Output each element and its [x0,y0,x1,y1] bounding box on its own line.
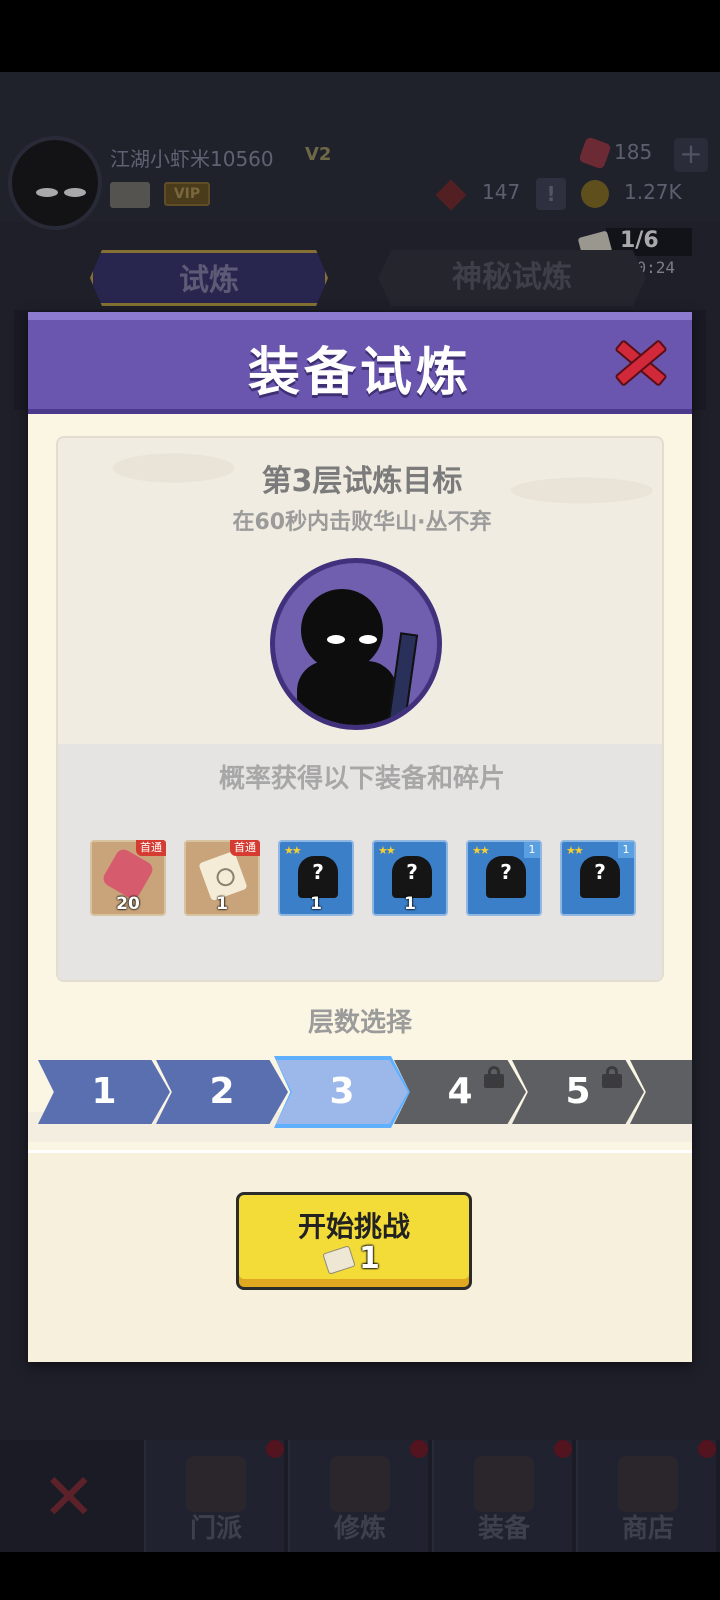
dialog-header: 装备试炼 [28,312,692,414]
star-rating: ★★ [378,844,396,857]
boss-head [301,589,383,671]
lock-icon [484,1066,504,1088]
quantity-tag: 1 [524,842,540,858]
item-count: 1 [310,894,322,914]
quantity-tag: 1 [618,842,634,858]
boss-eye-left [327,635,345,644]
floor-label: 4 [447,1071,473,1112]
lock-body [484,1074,504,1088]
floor-5[interactable]: 5 [512,1060,644,1124]
dialog-title: 装备试炼 [247,343,472,403]
reward-item-scroll[interactable]: 首通 1 [184,840,260,916]
first-clear-tag: 首通 [230,840,260,856]
reward-item-armor[interactable]: ★★ ? 1 [372,840,448,916]
reward-title: 概率获得以下装备和碎片 [218,764,505,794]
status-bar [0,0,720,72]
start-challenge-button[interactable]: 开始挑战 1 [236,1192,472,1290]
reward-item-gem[interactable]: 首通 20 [90,840,166,916]
goal-description: 在60秒内击败华山·丛不弃 [232,510,492,535]
item-count: 1 [216,894,228,914]
trial-goal-card: 第3层试炼目标 在60秒内击败华山·丛不弃 概率获得以下装备和碎片 首通 20 … [56,436,664,982]
floor-1[interactable]: 1 [38,1060,170,1124]
first-clear-tag: 首通 [136,840,166,856]
star-rating: ★★ [566,844,584,857]
equipment-trial-dialog: 装备试炼 第3层试炼目标 在60秒内击败华山·丛不弃 概率获得以下装备和碎片 首… [28,312,692,1362]
floor-selector: 1 2 3 4 5 [38,1054,692,1126]
item-count: 1 [404,894,416,914]
ticket-icon [322,1245,356,1275]
reward-panel: 概率获得以下装备和碎片 首通 20 首通 1 ★★ ? 1 ★★ ? 1 ★★ … [58,744,662,980]
navigation-bar [0,1552,720,1600]
unknown-icon: ? [594,860,606,884]
floor-3[interactable]: 3 [276,1060,408,1124]
floor-label: 5 [565,1071,591,1112]
start-cost: 1 [359,1241,380,1276]
floor-2[interactable]: 2 [156,1060,288,1124]
boss-eye-right [359,635,377,644]
star-rating: ★★ [472,844,490,857]
star-rating: ★★ [284,844,302,857]
item-count: 20 [116,894,140,914]
reward-item-helmet-shard[interactable]: ★★ 1 ? [560,840,636,916]
floor-select-label: 层数选择 [307,1008,412,1038]
reward-list: 首通 20 首通 1 ★★ ? 1 ★★ ? 1 ★★ 1 ? ★★ 1 ? [90,840,650,920]
unknown-icon: ? [500,860,512,884]
goal-title: 第3层试炼目标 [261,464,463,499]
boss-body [297,661,397,725]
reward-item-armor-shard[interactable]: ★★ 1 ? [466,840,542,916]
reward-item-helmet[interactable]: ★★ ? 1 [278,840,354,916]
close-button[interactable] [608,330,672,394]
lock-icon [602,1066,622,1088]
boss-portrait [270,558,442,730]
floor-4[interactable]: 4 [394,1060,526,1124]
unknown-icon: ? [312,860,324,884]
start-button-label: 开始挑战 [297,1210,410,1243]
unknown-icon: ? [406,860,418,884]
lock-body [602,1074,622,1088]
